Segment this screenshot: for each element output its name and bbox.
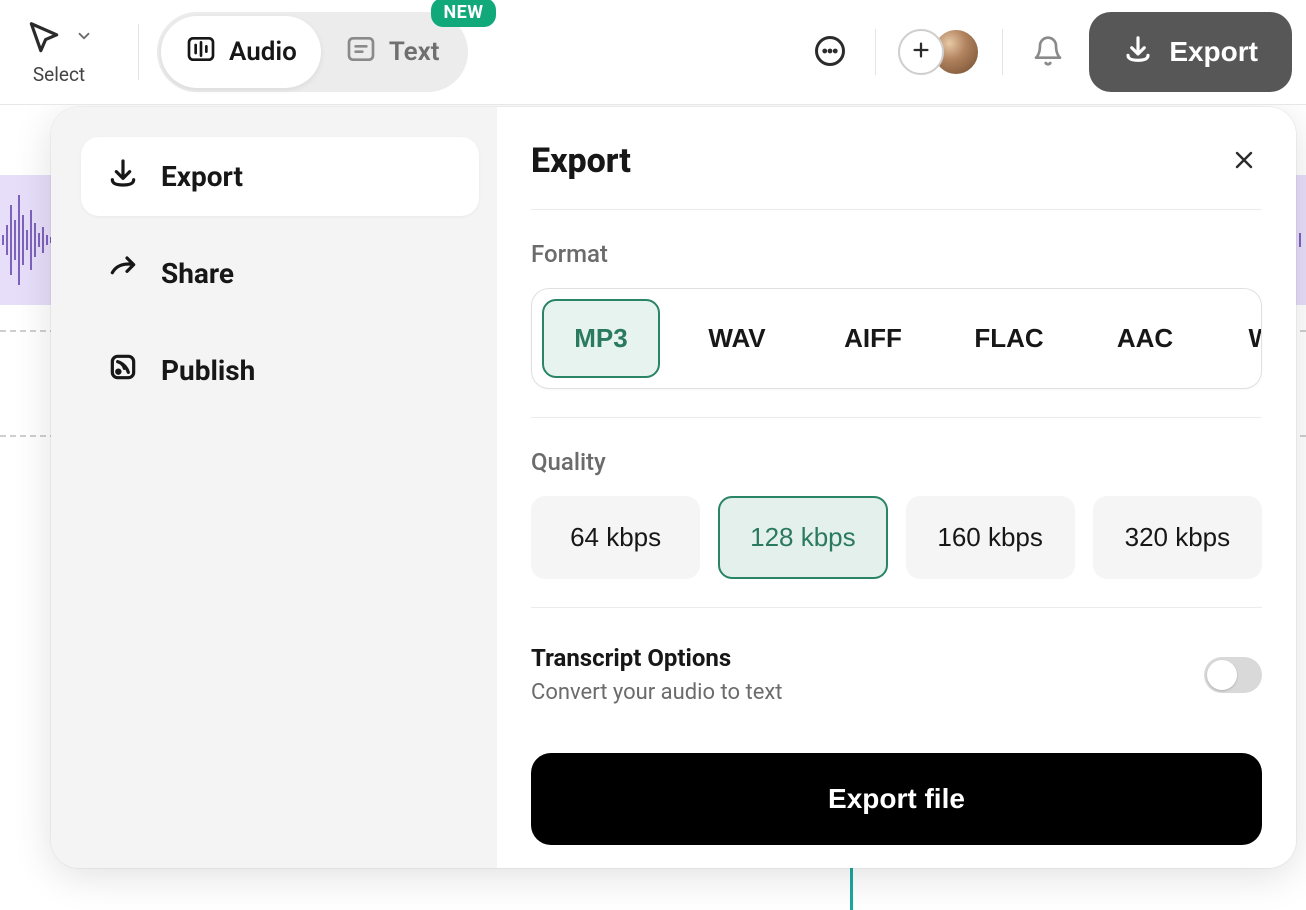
format-aac[interactable]: AAC — [1086, 299, 1204, 378]
divider — [138, 24, 139, 80]
quality-160[interactable]: 160 kbps — [906, 496, 1075, 579]
transcript-subtitle: Convert your audio to text — [531, 680, 783, 705]
quality-label: Quality — [531, 448, 1262, 476]
nav-share[interactable]: Share — [81, 234, 479, 313]
divider — [875, 29, 876, 75]
mode-text-label: Text — [389, 37, 440, 67]
sheet-sidebar: Export Share Publish — [51, 107, 497, 868]
transcript-title: Transcript Options — [531, 644, 783, 672]
chat-icon — [812, 33, 848, 72]
notifications-button[interactable] — [1025, 29, 1071, 75]
panel-title: Export — [531, 141, 631, 181]
share-icon — [107, 254, 139, 293]
nav-share-label: Share — [161, 257, 234, 290]
download-icon — [107, 157, 139, 196]
mode-audio[interactable]: Audio — [161, 16, 321, 88]
transcript-options: Transcript Options Convert your audio to… — [531, 644, 1262, 705]
divider — [1002, 29, 1003, 75]
bell-icon — [1032, 35, 1064, 70]
format-wav[interactable]: WAV — [678, 299, 796, 378]
download-icon — [1123, 34, 1153, 71]
select-tool-label: Select — [33, 63, 85, 86]
top-toolbar: Select Audio Text NEW — [0, 0, 1306, 105]
quality-selector: 64 kbps 128 kbps 160 kbps 320 kbps — [531, 496, 1262, 579]
publish-icon — [107, 351, 139, 390]
nav-export-label: Export — [161, 160, 243, 193]
select-tool[interactable]: Select — [14, 19, 104, 86]
plus-icon — [910, 39, 932, 65]
waveform-clip — [0, 175, 55, 305]
transcript-toggle[interactable] — [1204, 657, 1262, 693]
close-icon — [1232, 148, 1256, 175]
nav-publish-label: Publish — [161, 354, 255, 387]
toggle-knob — [1207, 660, 1237, 690]
cursor-icon — [25, 19, 63, 57]
quality-320[interactable]: 320 kbps — [1093, 496, 1262, 579]
mode-audio-label: Audio — [229, 37, 297, 67]
export-file-button[interactable]: Export file — [531, 753, 1262, 845]
collaborators[interactable] — [898, 28, 980, 76]
mode-toggle: Audio Text NEW — [157, 12, 468, 92]
add-user-button[interactable] — [898, 29, 944, 75]
playhead[interactable] — [850, 862, 853, 910]
format-aiff[interactable]: AIFF — [814, 299, 932, 378]
chevron-down-icon — [75, 27, 93, 49]
quality-128[interactable]: 128 kbps — [718, 496, 887, 579]
divider — [531, 417, 1262, 418]
export-button-label: Export — [1169, 36, 1258, 68]
divider — [531, 607, 1262, 608]
new-badge: NEW — [431, 0, 495, 27]
quality-64[interactable]: 64 kbps — [531, 496, 700, 579]
text-icon — [345, 33, 377, 72]
export-sheet: Export Share Publish Export Format — [51, 107, 1296, 868]
nav-export[interactable]: Export — [81, 137, 479, 216]
waveform-icon — [185, 33, 217, 72]
format-wma[interactable]: WMA — [1222, 299, 1262, 378]
format-flac[interactable]: FLAC — [950, 299, 1068, 378]
nav-publish[interactable]: Publish — [81, 331, 479, 410]
topbar-right: Export — [807, 12, 1292, 92]
chat-button[interactable] — [807, 29, 853, 75]
format-mp3[interactable]: MP3 — [542, 299, 660, 378]
format-label: Format — [531, 240, 1262, 268]
export-panel: Export Format MP3 WAV AIFF FLAC AAC WMA … — [497, 107, 1296, 868]
close-button[interactable] — [1226, 143, 1262, 179]
export-button[interactable]: Export — [1089, 12, 1292, 92]
format-selector: MP3 WAV AIFF FLAC AAC WMA — [531, 288, 1262, 389]
